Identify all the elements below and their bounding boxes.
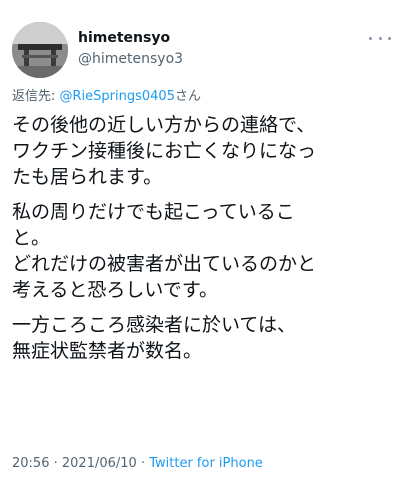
- tweet-line: ワクチン接種後にお亡くなりになっ: [12, 140, 317, 162]
- tweet-line: たも居られます。: [12, 166, 163, 188]
- meta-separator: ·: [136, 456, 150, 471]
- tweet-paragraph: その後他の近しい方からの連絡で、 ワクチン接種後にお亡くなりになっ たも居られま…: [12, 112, 396, 190]
- tweet-line: 考えると恐ろしいです。: [12, 279, 218, 301]
- author-block: himetensyo @himetensyo3: [78, 28, 183, 69]
- tweet-line: 私の周りだけでも起こっているこ: [12, 201, 295, 223]
- reply-mention-link[interactable]: @RieSprings0405: [60, 89, 175, 104]
- reply-suffix: さん: [174, 89, 201, 104]
- tweet-line: その後他の近しい方からの連絡で、: [12, 114, 316, 136]
- tweet-line: と。: [12, 227, 51, 249]
- tweet-line: どれだけの被害者が出ているのかと: [12, 253, 317, 275]
- meta-separator: ·: [49, 456, 62, 471]
- more-dots-icon[interactable]: [369, 30, 391, 46]
- avatar-photo-icon: [12, 22, 68, 78]
- more-dot: [369, 36, 372, 40]
- user-handle[interactable]: @himetensyo3: [78, 49, 183, 69]
- reply-prefix: 返信先:: [12, 89, 60, 104]
- avatar[interactable]: [12, 22, 68, 78]
- tweet-header: himetensyo @himetensyo3: [12, 22, 393, 80]
- tweet-paragraph: 私の周りだけでも起こっているこ と。 どれだけの被害者が出ているのかと 考えると…: [12, 199, 396, 303]
- reply-to-line: 返信先: @RieSprings0405さん: [12, 88, 201, 106]
- display-name[interactable]: himetensyo: [78, 28, 183, 48]
- more-dot: [378, 36, 382, 40]
- tweet-text: その後他の近しい方からの連絡で、 ワクチン接種後にお亡くなりになっ たも居られま…: [12, 112, 396, 373]
- tweet-source-link[interactable]: Twitter for iPhone: [149, 456, 263, 471]
- tweet-meta: 20:56 · 2021/06/10 · Twitter for iPhone: [12, 455, 263, 473]
- more-dot: [388, 36, 391, 40]
- tweet-line: 無症状監禁者が数名。: [12, 340, 203, 362]
- tweet: himetensyo @himetensyo3 返信先: @RieSprings…: [0, 0, 405, 488]
- tweet-paragraph: 一方ころころ感染者に於いては、 無症状監禁者が数名。: [12, 312, 396, 364]
- tweet-date[interactable]: 2021/06/10: [62, 456, 137, 471]
- tweet-line: 一方ころころ感染者に於いては、: [12, 314, 297, 336]
- tweet-time[interactable]: 20:56: [12, 456, 49, 471]
